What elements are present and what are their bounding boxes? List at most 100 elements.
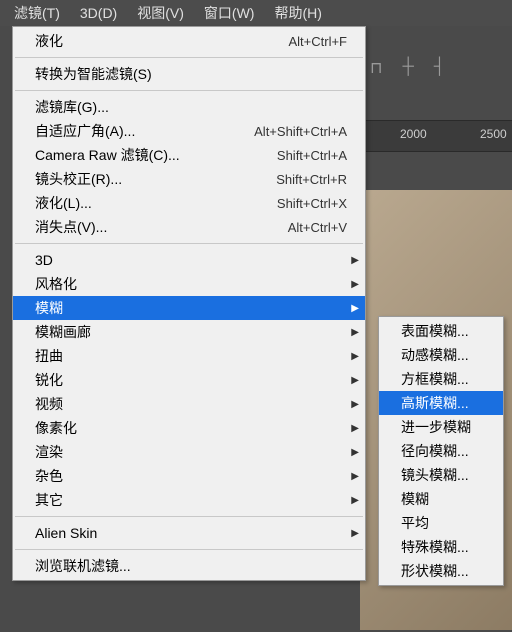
menu-item-label: 镜头校正(R)... <box>35 169 252 189</box>
menu-item-label: 模糊 <box>401 489 485 509</box>
chevron-right-icon: ▶ <box>351 447 359 458</box>
menu-item-shortcut: Shift+Ctrl+A <box>277 148 347 163</box>
menu-item-label: 锐化 <box>35 370 347 390</box>
menu-item-label: Alien Skin <box>35 525 347 541</box>
menu-item[interactable]: 锐化 ▶ <box>13 368 365 392</box>
menu-help[interactable]: 帮助(H) <box>264 0 331 27</box>
menu-item[interactable]: 模糊画廊 ▶ <box>13 320 365 344</box>
menu-item-label: 扭曲 <box>35 346 347 366</box>
chevron-right-icon: ▶ <box>351 375 359 386</box>
menu-item[interactable]: 镜头模糊... <box>379 463 503 487</box>
menu-item[interactable]: 浏览联机滤镜... <box>13 554 365 578</box>
menu-item[interactable]: 液化 Alt+Ctrl+F <box>13 29 365 53</box>
menu-item[interactable]: 模糊 <box>379 487 503 511</box>
menu-item[interactable]: 视频 ▶ <box>13 392 365 416</box>
menu-item[interactable]: 表面模糊... <box>379 319 503 343</box>
menu-item-shortcut: Alt+Shift+Ctrl+A <box>254 124 347 139</box>
menu-item-label: 浏览联机滤镜... <box>35 556 347 576</box>
menu-item-shortcut: Shift+Ctrl+X <box>277 196 347 211</box>
menu-separator <box>15 90 363 91</box>
ruler-tick: 2000 <box>400 127 427 141</box>
toolbar-icon: ⊓ <box>370 58 382 78</box>
menu-item[interactable]: 杂色 ▶ <box>13 464 365 488</box>
menu-item[interactable]: 转换为智能滤镜(S) <box>13 62 365 86</box>
menu-separator <box>15 516 363 517</box>
menu-item-label: 动感模糊... <box>401 345 485 365</box>
menu-item[interactable]: 3D ▶ <box>13 248 365 272</box>
chevron-right-icon: ▶ <box>351 495 359 506</box>
menu-item-label: 形状模糊... <box>401 561 485 581</box>
chevron-right-icon: ▶ <box>351 327 359 338</box>
menu-item-label: Camera Raw 滤镜(C)... <box>35 145 253 165</box>
menu-item-label: 特殊模糊... <box>401 537 485 557</box>
chevron-right-icon: ▶ <box>351 399 359 410</box>
menu-item[interactable]: 风格化 ▶ <box>13 272 365 296</box>
chevron-right-icon: ▶ <box>351 471 359 482</box>
menu-window[interactable]: 窗口(W) <box>194 0 265 27</box>
menu-item-shortcut: Alt+Ctrl+F <box>288 34 347 49</box>
menu-item-shortcut: Alt+Ctrl+V <box>288 220 347 235</box>
menu-item[interactable]: 像素化 ▶ <box>13 416 365 440</box>
menu-item[interactable]: 扭曲 ▶ <box>13 344 365 368</box>
menu-item-label: 方框模糊... <box>401 369 485 389</box>
menu-item-label: 高斯模糊... <box>401 393 485 413</box>
ruler-tick: 2500 <box>480 127 507 141</box>
toolbar-icon: ┤ <box>434 58 445 78</box>
filter-menu: 液化Alt+Ctrl+F转换为智能滤镜(S)滤镜库(G)...自适应广角(A).… <box>12 26 366 581</box>
menu-item-label: 模糊画廊 <box>35 322 347 342</box>
menu-item[interactable]: 其它 ▶ <box>13 488 365 512</box>
menu-filter[interactable]: 滤镜(T) <box>4 0 70 27</box>
menu-item[interactable]: 径向模糊... <box>379 439 503 463</box>
toolbar-icon: ┼ <box>402 58 413 78</box>
chevron-right-icon: ▶ <box>351 351 359 362</box>
menu-item-label: 滤镜库(G)... <box>35 97 347 117</box>
menu-separator <box>15 57 363 58</box>
chevron-right-icon: ▶ <box>351 279 359 290</box>
menu-item[interactable]: 滤镜库(G)... <box>13 95 365 119</box>
menu-item[interactable]: 高斯模糊... <box>379 391 503 415</box>
menu-bar: 滤镜(T) 3D(D) 视图(V) 窗口(W) 帮助(H) <box>0 0 512 26</box>
menu-item[interactable]: 镜头校正(R)... Shift+Ctrl+R <box>13 167 365 191</box>
chevron-right-icon: ▶ <box>351 423 359 434</box>
menu-item-label: 镜头模糊... <box>401 465 485 485</box>
menu-item-label: 液化(L)... <box>35 193 253 213</box>
menu-item[interactable]: 方框模糊... <box>379 367 503 391</box>
menu-item-label: 其它 <box>35 490 347 510</box>
menu-item-label: 渲染 <box>35 442 347 462</box>
menu-item-label: 进一步模糊 <box>401 417 485 437</box>
menu-item[interactable]: 自适应广角(A)... Alt+Shift+Ctrl+A <box>13 119 365 143</box>
menu-3d[interactable]: 3D(D) <box>70 1 127 25</box>
menu-item[interactable]: 动感模糊... <box>379 343 503 367</box>
menu-item[interactable]: 消失点(V)... Alt+Ctrl+V <box>13 215 365 239</box>
ruler: 2000 2500 <box>360 120 512 152</box>
menu-item-label: 杂色 <box>35 466 347 486</box>
menu-item[interactable]: 平均 <box>379 511 503 535</box>
menu-item-label: 消失点(V)... <box>35 217 264 237</box>
menu-item[interactable]: 液化(L)... Shift+Ctrl+X <box>13 191 365 215</box>
menu-item[interactable]: 形状模糊... <box>379 559 503 583</box>
menu-item-label: 自适应广角(A)... <box>35 121 230 141</box>
menu-item[interactable]: Alien Skin ▶ <box>13 521 365 545</box>
menu-item-label: 转换为智能滤镜(S) <box>35 64 347 84</box>
menu-item-label: 3D <box>35 252 347 268</box>
chevron-right-icon: ▶ <box>351 303 359 314</box>
menu-item-label: 像素化 <box>35 418 347 438</box>
menu-view[interactable]: 视图(V) <box>127 0 194 27</box>
menu-item[interactable]: 渲染 ▶ <box>13 440 365 464</box>
menu-item[interactable]: 特殊模糊... <box>379 535 503 559</box>
menu-item[interactable]: 进一步模糊 <box>379 415 503 439</box>
menu-item-label: 表面模糊... <box>401 321 485 341</box>
chevron-right-icon: ▶ <box>351 528 359 539</box>
menu-item[interactable]: Camera Raw 滤镜(C)... Shift+Ctrl+A <box>13 143 365 167</box>
blur-submenu: 表面模糊... 动感模糊... 方框模糊... 高斯模糊... 进一步模糊径向模糊...… <box>378 316 504 586</box>
chevron-right-icon: ▶ <box>351 255 359 266</box>
menu-item[interactable]: 模糊 ▶ <box>13 296 365 320</box>
menu-item-label: 视频 <box>35 394 347 414</box>
menu-item-label: 风格化 <box>35 274 347 294</box>
menu-item-label: 径向模糊... <box>401 441 485 461</box>
menu-separator <box>15 549 363 550</box>
menu-item-label: 平均 <box>401 513 485 533</box>
menu-item-label: 模糊 <box>35 298 347 318</box>
menu-item-shortcut: Shift+Ctrl+R <box>276 172 347 187</box>
menu-item-label: 液化 <box>35 31 264 51</box>
